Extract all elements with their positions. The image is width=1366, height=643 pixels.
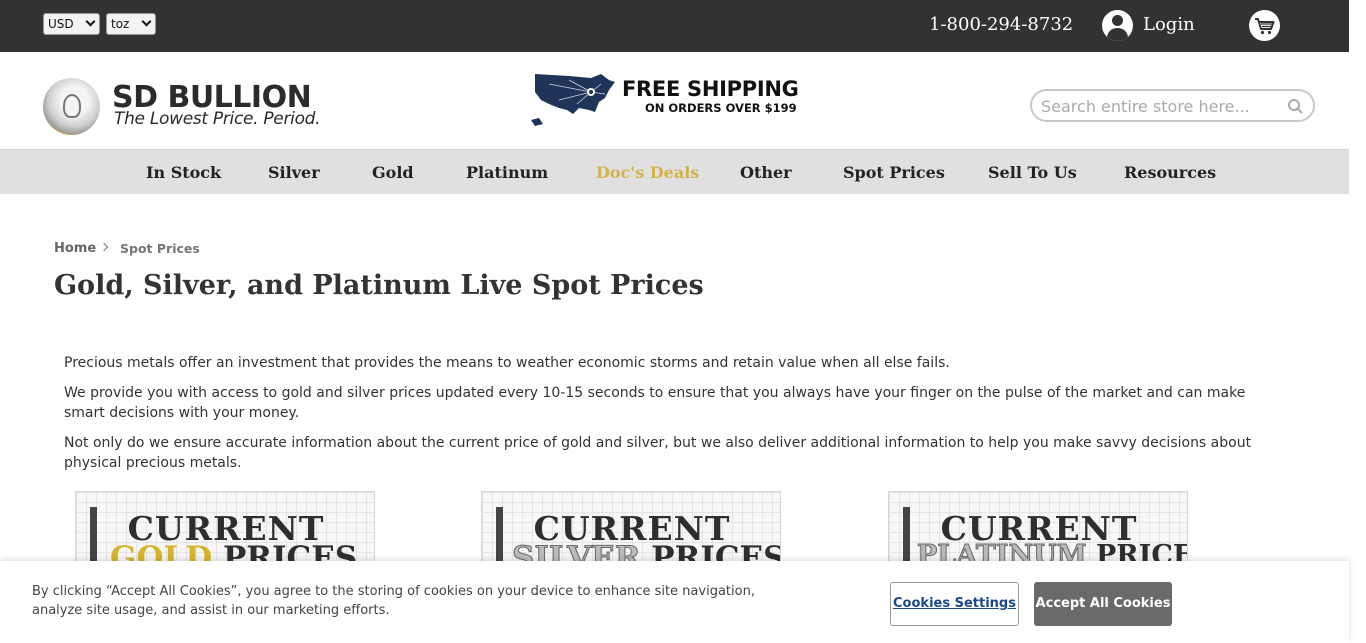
- free-shipping-title: FREE SHIPPING: [622, 77, 799, 101]
- unit-select-value: toz: [111, 17, 130, 31]
- user-icon[interactable]: [1102, 10, 1133, 41]
- silver-prices-card[interactable]: CURRENT SILVER PRICES: [481, 491, 781, 571]
- nav-item-resources[interactable]: Resources: [1124, 163, 1216, 182]
- chevron-down-icon: [141, 16, 152, 27]
- free-shipping-subtitle: ON ORDERS OVER $199: [645, 101, 797, 115]
- nav-item-spot-prices[interactable]: Spot Prices: [843, 163, 945, 182]
- phone-number-link[interactable]: 1-800-294-8732: [929, 14, 1073, 35]
- search-input[interactable]: Search entire store here...: [1041, 97, 1250, 116]
- top-bar: USD toz 1-800-294-8732 Login: [0, 0, 1349, 52]
- unit-select[interactable]: toz: [106, 13, 156, 35]
- currency-select[interactable]: USD: [43, 13, 100, 35]
- cookie-text: By clicking “Accept All Cookies”, you ag…: [32, 584, 755, 618]
- nav-item-other[interactable]: Other: [740, 163, 792, 182]
- breadcrumb: Home: [54, 241, 96, 256]
- intro-paragraph-1: Precious metals offer an investment that…: [64, 355, 950, 371]
- nav-item-docs-deals[interactable]: Doc's Deals: [596, 163, 699, 182]
- chevron-down-icon: [85, 16, 96, 27]
- intro-paragraph-2: We provide you with access to gold and s…: [64, 385, 1246, 421]
- cart-icon[interactable]: [1249, 10, 1280, 41]
- nav-item-in-stock[interactable]: In Stock: [146, 163, 221, 182]
- breadcrumb-current: Spot Prices: [120, 241, 200, 256]
- intro-paragraph-3: Not only do we ensure accurate informati…: [64, 435, 1252, 471]
- cookies-settings-button[interactable]: Cookies Settings: [890, 582, 1019, 626]
- chevron-right-icon: [99, 242, 109, 252]
- currency-select-value: USD: [48, 17, 74, 31]
- nav-item-sell-to-us[interactable]: Sell To Us: [988, 163, 1077, 182]
- gold-prices-card[interactable]: CURRENT GOLD PRICES: [75, 491, 375, 571]
- login-link[interactable]: Login: [1143, 14, 1195, 35]
- nav-item-silver[interactable]: Silver: [268, 163, 320, 182]
- search-icon[interactable]: [1287, 98, 1304, 120]
- breadcrumb-home-link[interactable]: Home: [54, 241, 96, 256]
- page-title: Gold, Silver, and Platinum Live Spot Pri…: [54, 270, 704, 301]
- cookie-banner: By clicking “Accept All Cookies”, you ag…: [0, 561, 1349, 643]
- logo-tagline: The Lowest Price. Period.: [114, 109, 321, 129]
- search-box[interactable]: Search entire store here...: [1030, 89, 1315, 122]
- logo-coin-icon[interactable]: [43, 78, 100, 135]
- main-nav: In Stock Silver Gold Platinum Doc's Deal…: [0, 149, 1349, 194]
- nav-item-platinum[interactable]: Platinum: [466, 163, 548, 182]
- usa-map-icon: [529, 70, 617, 133]
- nav-item-gold[interactable]: Gold: [372, 163, 414, 182]
- accept-all-cookies-button[interactable]: Accept All Cookies: [1034, 582, 1172, 626]
- platinum-prices-card[interactable]: CURRENT PLATINUM PRICES: [888, 491, 1188, 571]
